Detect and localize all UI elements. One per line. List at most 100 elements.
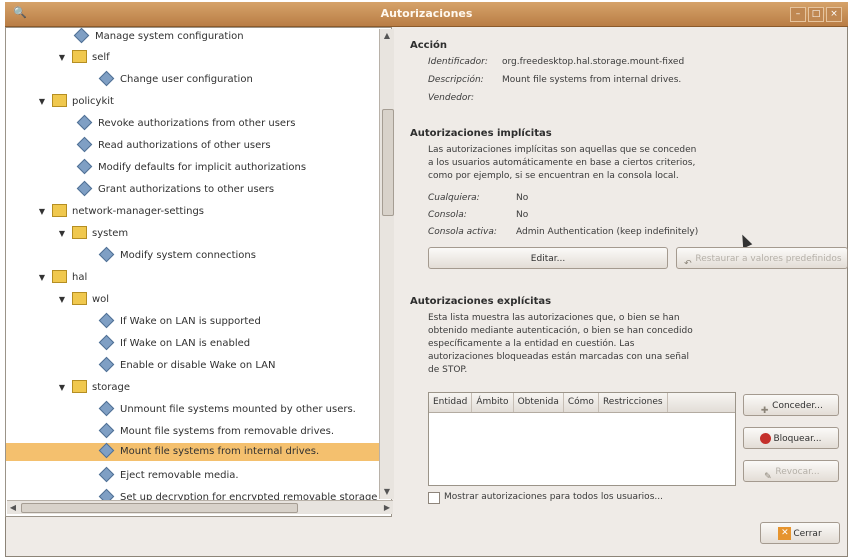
expand-arrow-icon[interactable]: ▼ <box>56 225 68 243</box>
folder-icon <box>52 93 67 107</box>
restore-defaults-button[interactable]: ↶ Restaurar a valores predefinidos <box>676 247 848 269</box>
stop-icon <box>760 433 772 444</box>
vendor-label: Vendedor: <box>428 93 475 103</box>
scroll-right-arrow-icon[interactable]: ▶ <box>381 501 393 514</box>
block-button[interactable]: Bloquear... <box>743 427 839 449</box>
folder-icon <box>72 49 87 63</box>
tree-item[interactable]: Grant authorizations to other users <box>76 180 274 199</box>
description-label: Descripción: <box>428 75 484 85</box>
description-value: Mount file systems from internal drives. <box>502 75 682 85</box>
column-header-obtained[interactable]: Obtenida <box>514 393 564 412</box>
action-icon <box>98 442 115 458</box>
folder-icon <box>52 203 67 217</box>
scroll-left-arrow-icon[interactable]: ◀ <box>7 501 19 514</box>
expand-arrow-icon[interactable]: ▼ <box>36 203 48 221</box>
tree-folder[interactable]: ▼ self <box>56 49 110 67</box>
tree-item-selected[interactable]: Mount file systems from internal drives. <box>6 442 386 461</box>
active-console-value: Admin Authentication (keep indefinitely) <box>516 227 699 237</box>
expand-arrow-icon[interactable]: ▼ <box>36 269 48 287</box>
identifier-value: org.freedesktop.hal.storage.mount-fixed <box>502 57 685 67</box>
tree-folder[interactable]: ▼ policykit <box>36 93 114 111</box>
explicit-description: obtenido mediante autenticación, o bien … <box>428 326 693 336</box>
show-all-users-checkbox[interactable] <box>428 492 440 504</box>
close-icon: ✕ <box>778 527 792 540</box>
action-icon <box>98 246 115 262</box>
console-label: Consola: <box>428 210 467 220</box>
tree-item[interactable]: If Wake on LAN is supported <box>98 312 261 331</box>
tree-vertical-scrollbar[interactable]: ▲ ▼ <box>379 29 394 499</box>
implicit-description: a los usuarios automáticamente en base a… <box>428 158 696 168</box>
action-icon <box>98 400 115 416</box>
column-header-scope[interactable]: Ámbito <box>472 393 514 412</box>
explicit-description: autorizaciones bloqueadas están marcadas… <box>428 352 690 362</box>
console-value: No <box>516 210 529 220</box>
tree-item[interactable]: Enable or disable Wake on LAN <box>98 356 275 375</box>
folder-icon <box>72 379 87 393</box>
tree-folder[interactable]: ▼ storage <box>56 379 130 397</box>
action-icon <box>76 158 93 174</box>
folder-icon <box>52 269 67 283</box>
action-icon <box>76 180 93 196</box>
column-header-how[interactable]: Cómo <box>564 393 599 412</box>
minimize-button[interactable]: – <box>790 7 806 22</box>
action-heading: Acción <box>410 40 448 51</box>
tree-folder[interactable]: ▼ hal <box>36 269 87 287</box>
title-bar[interactable]: 🔍 Autorizaciones – □ × <box>5 2 848 27</box>
maximize-button[interactable]: □ <box>808 7 824 22</box>
window-controls: – □ × <box>790 7 842 22</box>
edit-button[interactable]: Editar... <box>428 247 668 269</box>
tree-item[interactable]: Revoke authorizations from other users <box>76 114 295 133</box>
grant-button[interactable]: ✚ Conceder... <box>743 394 839 416</box>
action-icon <box>98 70 115 86</box>
tree-folder[interactable]: ▼ wol <box>56 291 109 309</box>
revoke-icon: ✎ <box>764 472 772 482</box>
table-header: Entidad Ámbito Obtenida Cómo Restriccion… <box>429 393 735 413</box>
any-value: No <box>516 193 529 203</box>
action-icon <box>98 334 115 350</box>
tree-item[interactable]: Read authorizations of other users <box>76 136 271 155</box>
explicit-authorizations-table[interactable]: Entidad Ámbito Obtenida Cómo Restriccion… <box>428 392 736 486</box>
folder-icon <box>72 291 87 305</box>
tree-folder[interactable]: ▼ system <box>56 225 128 243</box>
tree-folder[interactable]: ▼ network-manager-settings <box>36 203 204 221</box>
tree-item[interactable]: Eject removable media. <box>98 466 239 485</box>
any-label: Cualquiera: <box>428 193 480 203</box>
tree-item[interactable]: Mount file systems from removable drives… <box>98 422 334 441</box>
action-icon <box>98 356 115 372</box>
close-button[interactable]: ✕ Cerrar <box>760 522 840 544</box>
explicit-description: de STOP. <box>428 365 468 375</box>
column-header-entity[interactable]: Entidad <box>429 393 473 412</box>
show-all-users-label[interactable]: Mostrar autorizaciones para todos los us… <box>444 492 663 502</box>
tree-item[interactable]: Manage system configuration <box>73 28 244 46</box>
expand-arrow-icon[interactable]: ▼ <box>36 93 48 111</box>
tree-item[interactable]: Modify system connections <box>98 246 256 265</box>
restore-icon: ↶ <box>684 259 692 269</box>
scrollbar-thumb[interactable] <box>382 109 394 216</box>
tree-item[interactable]: Modify defaults for implicit authorizati… <box>76 158 306 177</box>
action-icon <box>73 28 90 43</box>
tree-item[interactable]: Unmount file systems mounted by other us… <box>98 400 356 419</box>
tree-item[interactable]: If Wake on LAN is enabled <box>98 334 250 353</box>
window-title: Autorizaciones <box>380 7 473 20</box>
close-window-button[interactable]: × <box>826 7 842 22</box>
action-icon <box>76 136 93 152</box>
revoke-button[interactable]: ✎ Revocar... <box>743 460 839 482</box>
expand-arrow-icon[interactable]: ▼ <box>56 379 68 397</box>
plus-icon: ✚ <box>760 406 769 416</box>
expand-arrow-icon[interactable]: ▼ <box>56 291 68 309</box>
identifier-label: Identificador: <box>428 57 488 67</box>
explicit-heading: Autorizaciones explícitas <box>410 296 552 307</box>
tree-item[interactable]: Change user configuration <box>98 70 253 89</box>
expand-arrow-icon[interactable]: ▼ <box>56 49 68 67</box>
scroll-up-arrow-icon[interactable]: ▲ <box>380 29 394 43</box>
tree-horizontal-scrollbar[interactable]: ◀ ▶ <box>7 500 393 514</box>
scrollbar-thumb[interactable] <box>21 503 298 513</box>
explicit-description: Esta lista muestra las autorizaciones qu… <box>428 313 680 323</box>
folder-icon <box>72 225 87 239</box>
explicit-description: específicamente a la entidad en cuestión… <box>428 339 635 349</box>
authorization-tree[interactable]: Manage system configuration ▼ self Change… <box>5 27 392 517</box>
implicit-heading: Autorizaciones implícitas <box>410 128 552 139</box>
column-header-restrictions[interactable]: Restricciones <box>599 393 668 412</box>
scroll-down-arrow-icon[interactable]: ▼ <box>380 485 394 499</box>
implicit-description: como por ejemplo, si se encuentran en la… <box>428 171 679 181</box>
